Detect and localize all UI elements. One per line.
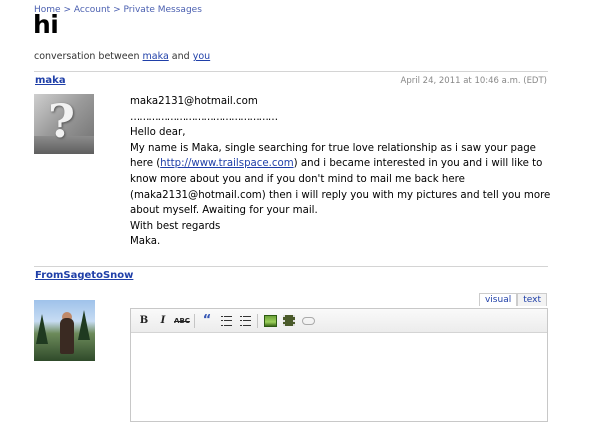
question-mark-icon: ? <box>48 94 75 148</box>
blockquote-button[interactable]: “ <box>199 313 215 329</box>
message-dots: ………………………………………… <box>130 111 278 123</box>
numbered-list-button[interactable] <box>237 313 253 329</box>
breadcrumb: Home > Account > Private Messages <box>34 5 202 15</box>
tab-text[interactable]: text <box>517 293 547 306</box>
conversation-prefix: conversation between <box>34 51 140 62</box>
breadcrumb-account[interactable]: Account <box>74 5 110 15</box>
breadcrumb-private-messages[interactable]: Private Messages <box>124 5 202 15</box>
tab-visual[interactable]: visual <box>478 293 518 306</box>
divider <box>34 266 548 267</box>
bullet-list-icon <box>220 315 232 326</box>
divider <box>34 71 548 72</box>
page-title: hi <box>33 10 59 39</box>
conversation-joiner: and <box>171 51 190 62</box>
toolbar-separator <box>194 313 195 328</box>
reply-editor: B I ABC “ <box>130 308 548 422</box>
film-icon <box>283 315 295 326</box>
message-line: about myself. Awaiting for your mail. <box>130 205 318 217</box>
conversation-user-maka-link[interactable]: maka <box>143 51 169 62</box>
bullet-list-button[interactable] <box>218 313 234 329</box>
reply-text-area[interactable] <box>131 333 547 421</box>
message-text: here ( <box>130 158 161 170</box>
editor-tabs: visual text <box>478 293 547 306</box>
message-body: maka2131@hotmail.com ………………………………………… He… <box>130 94 550 250</box>
message-text: ) and i became interested in you and i w… <box>293 158 543 170</box>
message-signoff: With best regards <box>130 220 221 232</box>
numbered-list-icon <box>239 315 251 326</box>
message-signature: Maka. <box>130 236 161 248</box>
user-photo-avatar[interactable] <box>34 300 95 361</box>
message-line: know more about you and if you don't min… <box>130 173 465 185</box>
message-line: (maka2131@hotmail.com) then i will reply… <box>130 189 551 201</box>
avatar[interactable]: ? <box>34 94 94 154</box>
image-icon <box>263 314 277 327</box>
bold-button[interactable]: B <box>136 313 152 329</box>
trailspace-link[interactable]: http://www.trailspace.com <box>160 158 293 169</box>
reply-author-link[interactable]: FromSagetoSnow <box>35 270 133 281</box>
photo-tree <box>36 314 48 344</box>
message-greeting: Hello dear, <box>130 127 186 139</box>
link-icon <box>301 316 315 325</box>
message-line: My name is Maka, single searching for tr… <box>130 142 536 154</box>
photo-person <box>60 318 74 354</box>
breadcrumb-separator: > <box>113 5 121 15</box>
strikethrough-button[interactable]: ABC <box>174 313 190 329</box>
message-email: maka2131@hotmail.com <box>130 96 258 107</box>
insert-link-button[interactable] <box>300 313 316 329</box>
italic-button[interactable]: I <box>155 313 171 329</box>
insert-video-button[interactable] <box>281 313 297 329</box>
photo-tree <box>78 310 90 340</box>
conversation-user-you-link[interactable]: you <box>193 51 210 62</box>
conversation-line: conversation between maka and you <box>34 51 210 62</box>
message-line: here (http://www.trailspace.com) and i b… <box>130 156 550 172</box>
message-author-link[interactable]: maka <box>35 75 66 86</box>
breadcrumb-separator: > <box>63 5 71 15</box>
insert-image-button[interactable] <box>262 313 278 329</box>
message-timestamp: April 24, 2011 at 10:46 a.m. (EDT) <box>400 76 547 86</box>
toolbar-separator <box>257 313 258 328</box>
editor-toolbar: B I ABC “ <box>131 309 547 333</box>
